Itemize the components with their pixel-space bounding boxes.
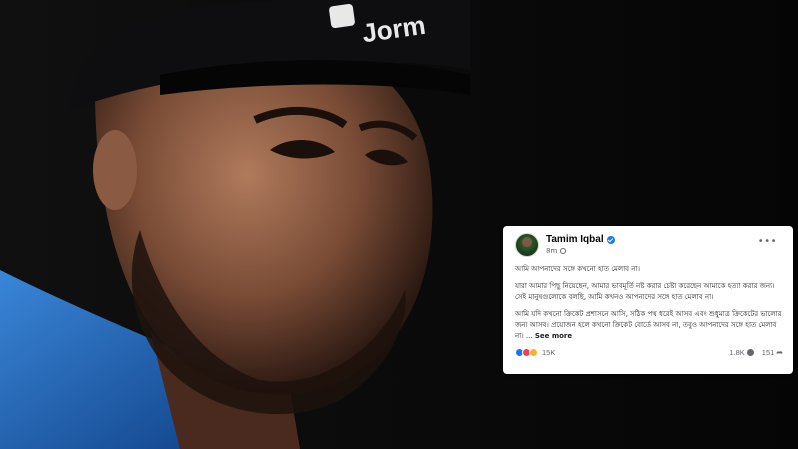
post-header: Tamim Iqbal 8m •••	[515, 232, 783, 258]
background-photo: Jorm	[0, 0, 798, 449]
time-row: 8m	[546, 247, 615, 255]
comment-icon	[746, 349, 754, 356]
comments-stat[interactable]: 1.8K	[729, 348, 754, 357]
share-icon: ➦	[776, 348, 783, 357]
post-paragraph: আমি যদি কখনো ক্রিকেট প্রশাসনে আসি, সঠিক …	[515, 309, 783, 342]
cap-logo	[329, 3, 355, 29]
engagement-stats: 1.8K 151 ➦	[721, 348, 783, 357]
ellipsis-icon[interactable]: •••	[758, 237, 777, 247]
post-body: আমি আপনাদের সঙ্গে কখনো হাত মেলাব না। যার…	[515, 264, 783, 342]
avatar[interactable]	[515, 233, 539, 257]
facebook-post-card: Tamim Iqbal 8m ••• আমি আপনাদের সঙ্গে কখন…	[503, 226, 793, 374]
author-name[interactable]: Tamim Iqbal	[546, 235, 604, 246]
see-more-link[interactable]: See more	[535, 332, 572, 340]
reaction-summary[interactable]: 15K	[515, 348, 555, 357]
reactions-bar: 15K 1.8K 151 ➦	[515, 348, 783, 357]
verified-badge-icon	[606, 236, 615, 245]
author-row: Tamim Iqbal	[546, 235, 615, 246]
post-paragraph: যারা আমার পিছু নিয়েছেন, আমার ভাবমূর্তি …	[515, 282, 775, 301]
post-time[interactable]: 8m	[546, 247, 557, 255]
post-paragraph: আমি আপনাদের সঙ্গে কখনো হাত মেলাব না।	[515, 265, 641, 273]
shares-stat[interactable]: 151 ➦	[762, 348, 783, 357]
post-meta: Tamim Iqbal 8m	[546, 235, 615, 255]
care-reaction-icon	[529, 348, 538, 357]
comments-count: 1.8K	[729, 348, 745, 357]
reactions-count: 15K	[542, 348, 556, 357]
globe-icon	[560, 248, 567, 255]
shares-count: 151	[761, 348, 775, 357]
